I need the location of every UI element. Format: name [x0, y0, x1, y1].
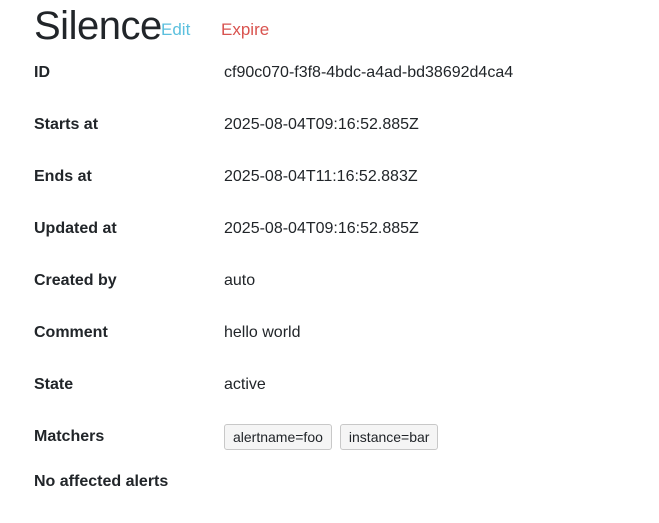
detail-row-comment: Comment hello world — [34, 322, 300, 344]
detail-row-ends-at: Ends at 2025-08-04T11:16:52.883Z — [34, 166, 418, 188]
detail-label: Matchers — [34, 428, 105, 445]
silence-id-value: cf90c070-f3f8-4bdc-a4ad-bd38692d4ca4 — [224, 64, 514, 81]
detail-label: State — [34, 376, 74, 393]
updated-at-value: 2025-08-04T09:16:52.885Z — [224, 220, 419, 237]
edit-link[interactable]: Edit — [161, 20, 190, 40]
detail-row-matchers: Matchers alertname=foo instance=bar — [34, 424, 439, 450]
detail-label: Updated at — [34, 220, 117, 237]
detail-row-created-by: Created by auto — [34, 270, 255, 292]
detail-label: Created by — [34, 272, 117, 289]
detail-label: Starts at — [34, 116, 99, 133]
page-header: Silence — [34, 0, 162, 52]
detail-row-updated-at: Updated at 2025-08-04T09:16:52.885Z — [34, 218, 419, 240]
ends-at-value: 2025-08-04T11:16:52.883Z — [224, 168, 418, 185]
detail-row-state: State active — [34, 374, 266, 396]
matcher-badge: instance=bar — [339, 424, 439, 450]
expire-link[interactable]: Expire — [221, 20, 269, 40]
starts-at-value: 2025-08-04T09:16:52.885Z — [224, 116, 419, 133]
detail-label: ID — [34, 64, 50, 81]
page-title: Silence — [34, 4, 162, 48]
matchers-list: alertname=foo instance=bar — [224, 424, 439, 450]
detail-label: Ends at — [34, 168, 92, 185]
created-by-value: auto — [224, 272, 256, 289]
state-value: active — [224, 376, 266, 393]
comment-value: hello world — [224, 324, 301, 341]
detail-label: Comment — [34, 324, 108, 341]
matcher-badge: alertname=foo — [224, 424, 332, 450]
detail-row-starts-at: Starts at 2025-08-04T09:16:52.885Z — [34, 114, 419, 136]
detail-row-id: ID cf90c070-f3f8-4bdc-a4ad-bd38692d4ca4 — [34, 62, 513, 84]
no-affected-alerts: No affected alerts — [34, 473, 169, 490]
